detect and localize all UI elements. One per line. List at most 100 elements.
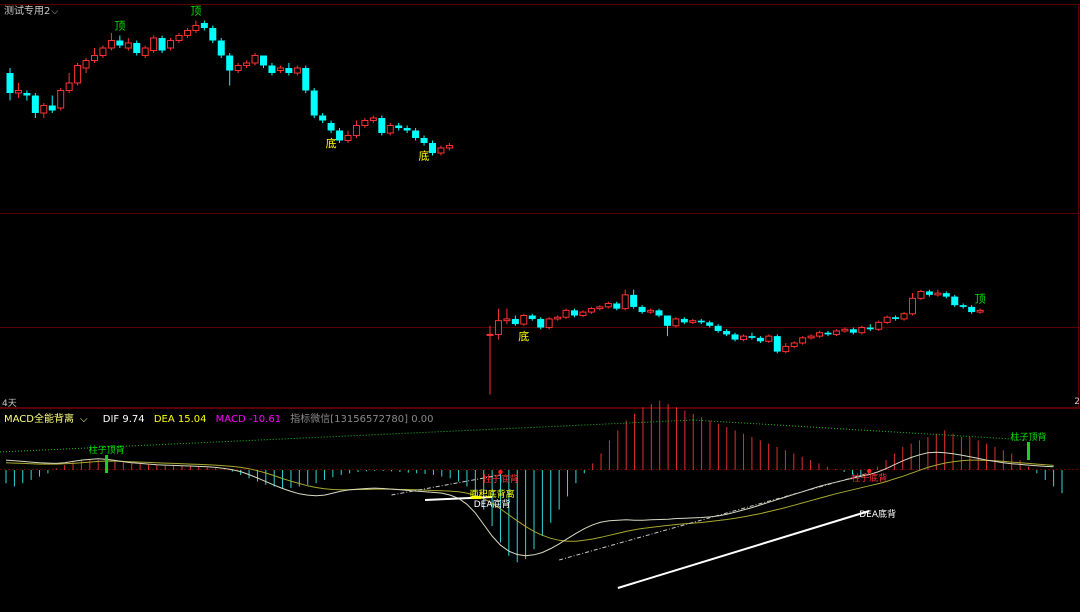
macd-annotation-label: 柱子顶背 (1010, 431, 1046, 443)
candle-body (765, 335, 773, 342)
price-annotation-label: 底 (419, 149, 430, 163)
candle-body (816, 332, 824, 337)
candle-body (268, 65, 276, 73)
candle-body (579, 311, 587, 316)
chevron-down-icon[interactable]: ⌵ (80, 414, 88, 425)
candle-body (740, 335, 747, 341)
candle-body (799, 337, 807, 344)
candle-body (234, 65, 242, 71)
candle-body (528, 315, 536, 319)
candle-body (369, 117, 377, 121)
candle-body (503, 318, 511, 322)
candle-body (403, 128, 411, 131)
candle-body (537, 318, 545, 328)
candle-body (697, 320, 705, 323)
candle-body (116, 40, 124, 46)
macd-indicator-name[interactable]: MACD全能背离 ⌵ (4, 414, 94, 425)
candle-body (714, 325, 722, 331)
candle-body (175, 35, 183, 41)
candle-body (672, 318, 680, 327)
legend-dea: DEA 15.04 (153, 414, 207, 425)
candle-body (260, 55, 267, 66)
candle-body (841, 328, 849, 332)
chart-title-text: 测试专用2 (4, 6, 51, 17)
dif-line (5, 451, 1054, 557)
candle-body (429, 143, 436, 153)
candle-body (866, 327, 874, 330)
candle-body (545, 318, 553, 329)
candle-body (82, 60, 90, 69)
macd-annotation-label: DEA底背 (474, 498, 511, 510)
candle-body (875, 321, 883, 330)
candle-body (183, 30, 191, 36)
chart-canvas: 顶顶底底底顶 柱子顶背柱子底背面积底背离DEA底背柱子底背DEA底背柱子顶背 (0, 4, 1080, 589)
price-annotation-label: 底 (326, 136, 337, 150)
candle-body (773, 336, 781, 352)
candle-body (386, 125, 394, 134)
candle-body (327, 123, 335, 131)
candle-body (74, 65, 82, 84)
candle-body (511, 318, 519, 325)
candle-body (731, 334, 739, 340)
chevron-down-icon[interactable]: ⌵ (51, 7, 58, 17)
candle-body (57, 90, 65, 109)
candle-body (494, 320, 502, 335)
price-annotation-label: 底 (518, 329, 529, 343)
candle-body (437, 147, 445, 154)
candle-body (445, 145, 453, 149)
candle-body (336, 130, 344, 141)
candle-body (319, 115, 327, 121)
candle-body (520, 315, 528, 325)
candle-body (14, 90, 22, 94)
candle-body (310, 90, 318, 116)
candle-body (604, 302, 612, 308)
candle-body (420, 138, 428, 143)
chart-title[interactable]: 测试专用2⌵ (4, 2, 58, 17)
candle-body (302, 68, 310, 91)
candle-body (167, 40, 175, 49)
candle-body (243, 62, 251, 66)
candle-body (251, 55, 259, 64)
candle-body (99, 47, 107, 56)
price-annotation-label: 顶 (114, 20, 125, 33)
candle-body (663, 315, 671, 326)
candle-body (883, 316, 891, 323)
candle-body (647, 309, 655, 313)
candle-body (192, 25, 200, 31)
macd-annotation-label: DEA底背 (859, 508, 896, 520)
candle-body (807, 335, 815, 339)
candle-body (562, 309, 570, 318)
candle-body (706, 322, 714, 326)
candle-body (782, 345, 790, 353)
candle-body (133, 43, 141, 53)
candle-body (150, 37, 158, 51)
candle-body (107, 40, 115, 49)
candle-body (621, 294, 629, 310)
candle-body (6, 73, 14, 93)
candle-body (571, 310, 578, 316)
candle-body (909, 297, 916, 315)
candle-body (276, 67, 284, 71)
candle-body (31, 95, 39, 113)
candle-body (293, 67, 301, 74)
candle-body (613, 303, 621, 309)
macd-annotation-label: 柱子底背 (851, 472, 887, 484)
candle-body (892, 317, 900, 319)
candle-body (91, 55, 98, 61)
candle-body (48, 105, 56, 111)
candle-body (344, 135, 352, 141)
period-label-left: 4天 (2, 399, 17, 409)
candle-body (756, 337, 764, 342)
macd-annotation-label: 柱子底背 (482, 473, 518, 485)
grid-lines (0, 4, 1080, 470)
candle-body (486, 333, 494, 336)
macd-legend: MACD全能背离 ⌵ DIF 9.74 DEA 15.04 MACD -10.61… (4, 410, 439, 425)
candle-body (951, 296, 959, 306)
candle-body (226, 55, 234, 71)
candle-body (638, 306, 646, 313)
candle-body (554, 316, 562, 320)
candle-body (65, 82, 73, 91)
candle-body (158, 38, 166, 51)
candle-body (748, 336, 756, 338)
macd-annotation-label: 柱子顶背 (89, 444, 125, 456)
